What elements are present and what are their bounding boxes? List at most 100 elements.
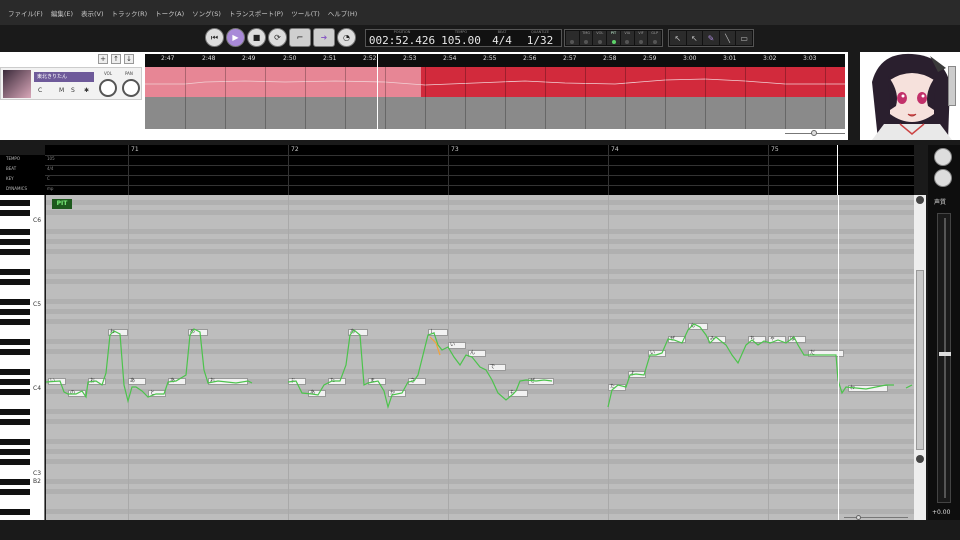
menu-track[interactable]: トラック(R): [108, 8, 152, 18]
black-key[interactable]: [0, 279, 30, 285]
menu-edit[interactable]: 編集(E): [47, 8, 77, 18]
side-button-1[interactable]: [934, 148, 952, 166]
black-key[interactable]: [0, 459, 30, 465]
menu-song[interactable]: ソング(S): [188, 8, 225, 18]
track-lane-empty[interactable]: [145, 97, 845, 129]
metronome-button[interactable]: ◔: [337, 28, 356, 47]
roll-vertical-scrollbar[interactable]: [914, 195, 926, 520]
tempo-value[interactable]: 105.00: [438, 34, 484, 47]
mute-button[interactable]: M: [59, 87, 64, 94]
black-key[interactable]: [0, 379, 30, 385]
param-button-vif[interactable]: VIF: [634, 31, 648, 45]
app-window: ファイル(F) 編集(E) 表示(V) トラック(R) トーク(A) ソング(S…: [0, 0, 960, 540]
position-cell: POSITION 002:52.426: [366, 30, 438, 47]
scroll-down-icon[interactable]: [916, 455, 924, 463]
black-key[interactable]: [0, 249, 30, 255]
roll-playhead[interactable]: [838, 195, 839, 520]
jump-button[interactable]: ➜: [313, 28, 335, 47]
pointer-tool[interactable]: ↖: [670, 31, 686, 45]
black-key[interactable]: [0, 239, 30, 245]
black-key[interactable]: [0, 479, 30, 485]
track-c-button[interactable]: C: [38, 87, 42, 94]
black-key[interactable]: [0, 339, 30, 345]
black-key[interactable]: [0, 229, 30, 235]
beat-row-value: 4/4: [47, 166, 54, 171]
black-key[interactable]: [0, 419, 30, 425]
key-label-b2: B2: [33, 478, 41, 485]
status-bar: [0, 520, 960, 540]
note-grid[interactable]: PIT い の お わ あ と あ め お ぶ あ た あ ま か さ し い …: [46, 195, 914, 520]
black-key[interactable]: [0, 449, 30, 455]
param-button-pit[interactable]: PIT: [607, 31, 620, 45]
grid-line: [225, 67, 226, 129]
pan-knob[interactable]: [122, 79, 140, 97]
menu-view[interactable]: 表示(V): [77, 8, 108, 18]
scroll-up-icon[interactable]: [916, 196, 924, 204]
param-button-via[interactable]: VIA: [620, 31, 634, 45]
fader-knob[interactable]: [939, 352, 951, 356]
quantize-value[interactable]: 1/32: [520, 34, 560, 47]
rewind-button[interactable]: ⏮: [205, 28, 224, 47]
black-key[interactable]: [0, 489, 30, 495]
solo-button[interactable]: S: [71, 87, 75, 94]
voice-quality-fader[interactable]: [937, 213, 951, 503]
beat-value[interactable]: 4/4: [484, 34, 520, 47]
gear-icon[interactable]: ✱: [84, 87, 89, 94]
track-zoom-slider[interactable]: [785, 130, 845, 136]
track-vscroll[interactable]: [948, 66, 956, 106]
black-key[interactable]: [0, 319, 30, 325]
led-icon: [638, 40, 643, 44]
move-up-button[interactable]: ↑: [111, 54, 121, 64]
param-button-1[interactable]: [566, 31, 579, 45]
add-track-button[interactable]: +: [98, 54, 108, 64]
param-button-vol[interactable]: VOL: [593, 31, 607, 45]
region-button[interactable]: ⌐: [289, 28, 311, 47]
timeline-ruler[interactable]: 2:47 2:48 2:49 2:50 2:51 2:52 2:53 2:54 …: [145, 54, 845, 67]
line-tool[interactable]: ╲: [719, 31, 736, 45]
black-key[interactable]: [0, 269, 30, 275]
side-button-2[interactable]: [934, 169, 952, 187]
pencil-tool[interactable]: ✎: [703, 31, 719, 45]
move-down-button[interactable]: ↓: [124, 54, 134, 64]
grid-line: [665, 67, 666, 129]
stop-button[interactable]: ■: [247, 28, 266, 47]
timeline-label: 2:58: [603, 55, 617, 62]
timeline-label: 2:49: [242, 55, 256, 62]
play-button[interactable]: ▶: [226, 28, 245, 47]
param-button-tmg[interactable]: TMG: [579, 31, 593, 45]
piano-keyboard[interactable]: C6 C5 C4 C3 B2: [0, 195, 45, 520]
key-label-c6: C6: [33, 217, 42, 224]
param-button-glp[interactable]: GLP: [648, 31, 662, 45]
timeline-label: 3:00: [683, 55, 697, 62]
black-key[interactable]: [0, 349, 30, 355]
grid-line: [425, 67, 426, 129]
black-key[interactable]: [0, 210, 30, 216]
black-key[interactable]: [0, 409, 30, 415]
black-key[interactable]: [0, 439, 30, 445]
volume-knob[interactable]: [99, 79, 117, 97]
black-key[interactable]: [0, 299, 30, 305]
menu-file[interactable]: ファイル(F): [4, 8, 47, 18]
stop-icon: ■: [252, 33, 261, 42]
scroll-thumb[interactable]: [916, 270, 924, 450]
eraser-tool[interactable]: ▭: [736, 31, 752, 45]
track-name[interactable]: 東北きりたん: [34, 72, 94, 82]
measure-header[interactable]: 71 72 73 74 75 105 4/4 C mp: [45, 145, 914, 195]
track-header[interactable]: 東北きりたん C M S ✱ VOL PAN: [0, 67, 142, 100]
black-key[interactable]: [0, 309, 30, 315]
select-tool[interactable]: ↖: [686, 31, 703, 45]
black-key[interactable]: [0, 200, 30, 206]
black-key[interactable]: [0, 389, 30, 395]
black-key[interactable]: [0, 369, 30, 375]
pitch-curve[interactable]: [46, 195, 914, 520]
position-value: 002:52.426: [368, 34, 436, 47]
track-panel: + ↑ ↓ 2:47 2:48 2:49 2:50 2:51 2:52 2:53…: [0, 52, 848, 140]
menu-talk[interactable]: トーク(A): [151, 8, 188, 18]
menu-tools[interactable]: ツール(T): [287, 8, 324, 18]
black-key[interactable]: [0, 509, 30, 515]
arrow-up-icon: ↑: [113, 55, 119, 63]
playhead[interactable]: [377, 54, 378, 130]
menu-help[interactable]: ヘルプ(H): [324, 8, 361, 18]
loop-button[interactable]: ⟳: [268, 28, 287, 47]
menu-transport[interactable]: トランスポート(P): [225, 8, 287, 18]
